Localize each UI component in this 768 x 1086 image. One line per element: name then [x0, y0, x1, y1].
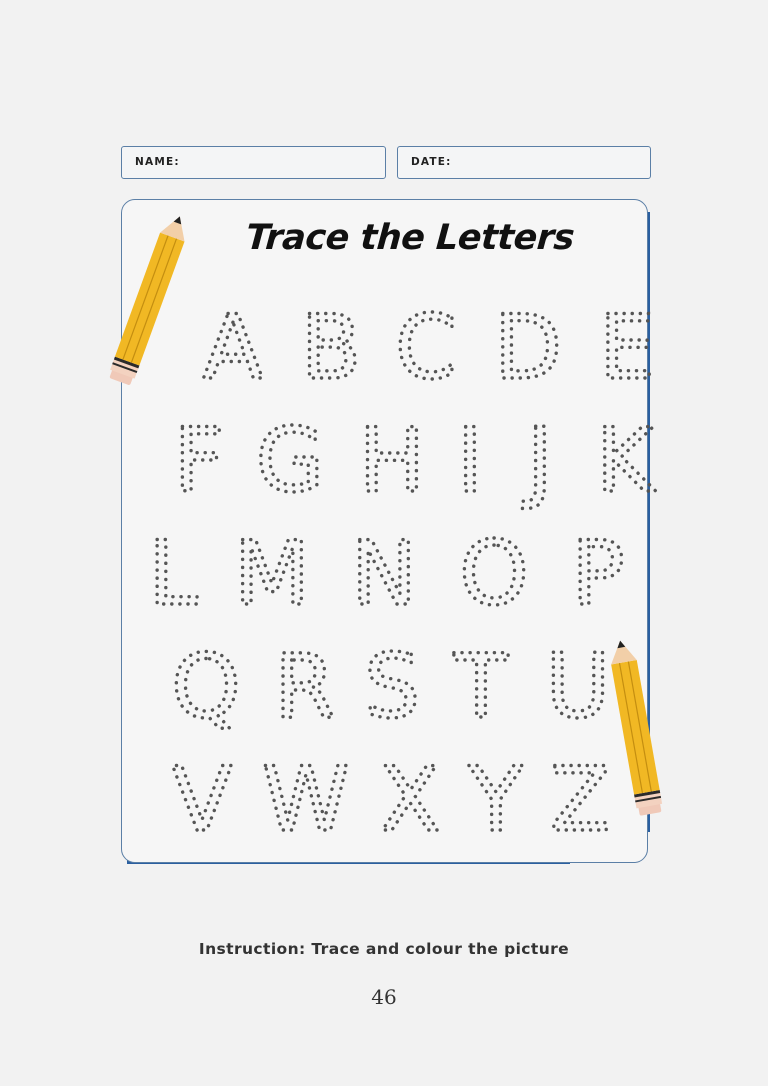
pencil-icon [611, 640, 663, 816]
instruction-text: Instruction: Trace and colour the pictur… [198, 940, 570, 958]
page-number: 46 [371, 985, 397, 1009]
